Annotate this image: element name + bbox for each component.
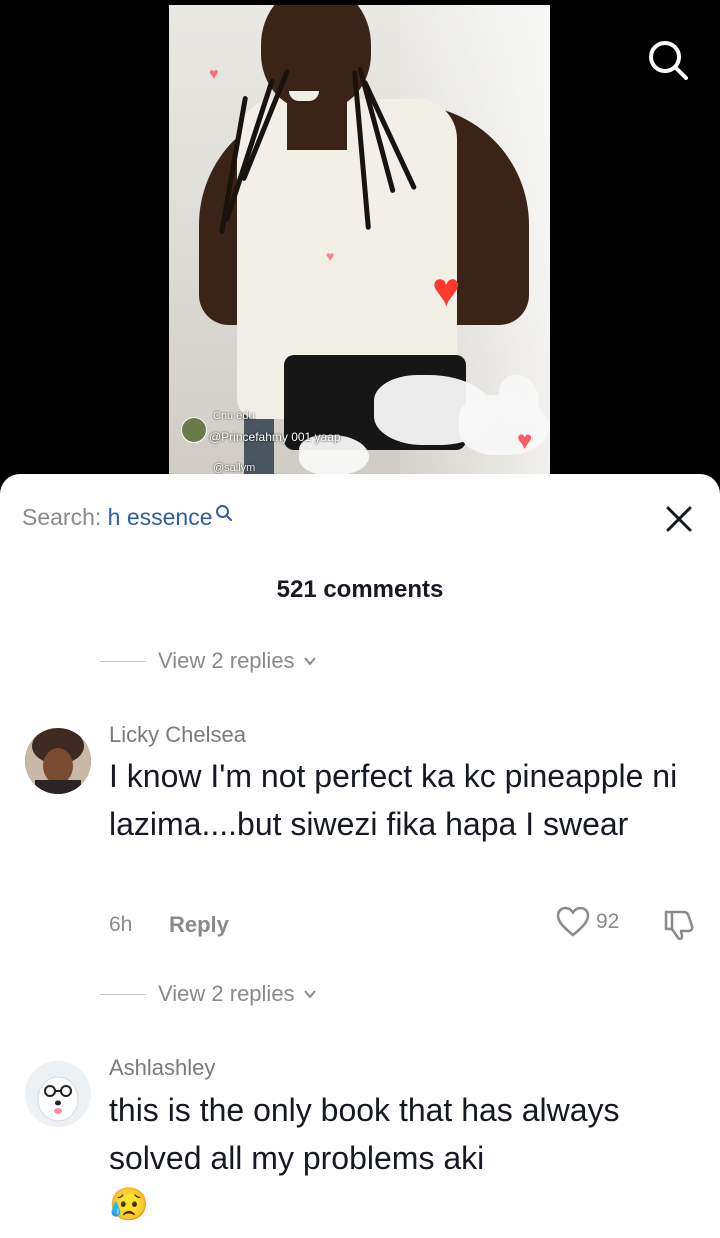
search-prefix: Search: xyxy=(22,504,108,530)
comment-username[interactable]: Licky Chelsea xyxy=(109,722,246,748)
reply-button[interactable]: Reply xyxy=(169,912,229,938)
comment-username[interactable]: Ashlashley xyxy=(109,1055,215,1081)
tissue xyxy=(499,375,539,425)
floating-heart-icon: ♥ xyxy=(326,248,335,264)
floating-heart-icon: ♥ xyxy=(209,66,219,83)
divider xyxy=(100,993,146,995)
comment-timestamp: 6h xyxy=(109,913,133,936)
thumbs-down-icon[interactable] xyxy=(662,908,696,945)
floating-heart-icon: ♥ xyxy=(432,264,461,317)
chevron-down-icon xyxy=(303,657,316,666)
comments-sheet: Search: h essence 521 comments View 2 re… xyxy=(0,474,720,1238)
floating-heart-icon: ♥ xyxy=(517,425,533,455)
overlay-user-bottom: @sallym xyxy=(213,462,256,474)
comment-count: 521 comments xyxy=(276,576,444,603)
comment-text: this is the only book that has always so… xyxy=(109,1092,620,1176)
overlay-handle: @Princefahmy 001 yaap xyxy=(209,430,341,444)
search-query[interactable]: h essence xyxy=(108,504,213,530)
video-frame: ♥ ♥ ♥ ♥ Cnu edu @Princefahmy 001 yaap @s… xyxy=(169,5,550,490)
chevron-down-icon xyxy=(303,990,316,999)
search-icon[interactable] xyxy=(646,38,690,82)
like-button[interactable]: 92 xyxy=(556,906,619,938)
view-replies-button[interactable]: View 2 replies xyxy=(100,646,317,676)
overlay-user-top: Cnu edu xyxy=(213,410,255,422)
heart-outline-icon xyxy=(556,906,590,937)
close-icon[interactable] xyxy=(662,502,696,536)
search-icon xyxy=(215,505,232,521)
video-player[interactable]: ♥ ♥ ♥ ♥ Cnu edu @Princefahmy 001 yaap @s… xyxy=(0,0,720,490)
like-count: 92 xyxy=(596,910,620,933)
view-replies-label: View 2 replies xyxy=(158,648,295,673)
comment-emoji: 😥 xyxy=(109,1186,149,1222)
avatar[interactable] xyxy=(25,1061,91,1127)
overlay-avatar xyxy=(181,417,207,443)
divider xyxy=(100,660,146,662)
avatar[interactable] xyxy=(25,728,91,794)
comment-text: I know I'm not perfect ka kc pineapple n… xyxy=(109,758,678,842)
view-replies-button[interactable]: View 2 replies xyxy=(100,979,317,1009)
view-replies-label: View 2 replies xyxy=(158,981,295,1006)
search-suggestion[interactable]: Search: h essence xyxy=(22,504,233,531)
